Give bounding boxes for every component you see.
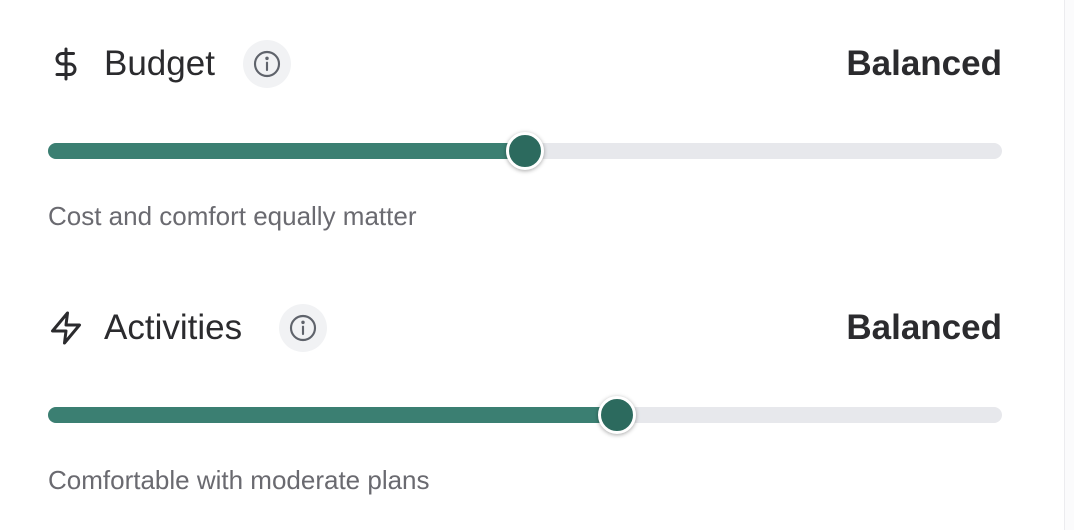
budget-title: Budget [104,44,215,83]
dollar-sign-icon [55,47,77,81]
activities-slider-fill [48,407,617,423]
info-icon [253,50,281,78]
lightning-bolt-icon [51,311,81,345]
activities-header: Activities Balanced [48,302,1002,354]
activities-value-label: Balanced [846,308,1002,347]
info-icon [289,314,317,342]
activities-description: Comfortable with moderate plans [48,465,430,495]
activities-slider-track[interactable] [48,407,1002,423]
budget-description: Cost and comfort equally matter [48,201,417,231]
activities-info-button[interactable] [279,304,327,352]
budget-value-label: Balanced [846,44,1002,83]
budget-slider-thumb[interactable] [506,132,544,170]
panel-edge [1064,0,1074,530]
budget-header: Budget Balanced [48,38,1002,90]
activities-title: Activities [104,308,243,347]
activities-slider[interactable] [48,396,1002,434]
budget-slider-fill [48,143,525,159]
budget-slider[interactable] [48,132,1002,170]
budget-info-button[interactable] [243,40,291,88]
activities-slider-thumb[interactable] [598,396,636,434]
